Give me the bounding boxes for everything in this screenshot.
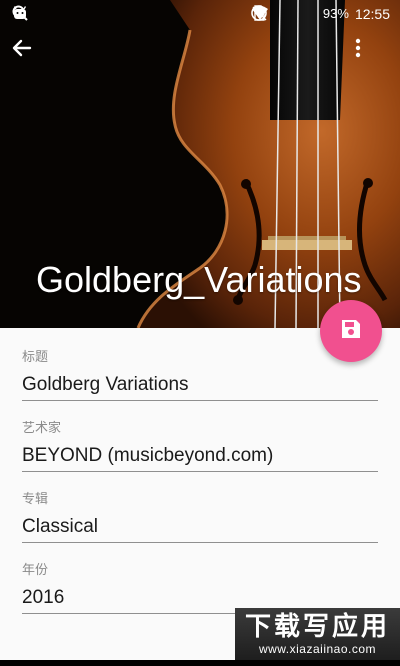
status-bar: 93% 12:55 [0, 0, 400, 28]
album-field: 专辑 [22, 482, 378, 553]
album-input[interactable] [22, 512, 378, 543]
tag-edit-form: 标题 艺术家 专辑 年份 [22, 340, 378, 624]
no-sim-icon [252, 5, 293, 23]
android-icon [13, 5, 60, 23]
title-input[interactable] [22, 370, 378, 401]
clock: 12:55 [354, 6, 390, 22]
artist-label: 艺术家 [22, 420, 62, 435]
artist-input[interactable] [22, 441, 378, 472]
more-options-button[interactable] [355, 38, 395, 78]
battery-saver-icon [251, 5, 317, 23]
title-label: 标题 [22, 349, 49, 364]
title-field: 标题 [22, 340, 378, 411]
artist-field: 艺术家 [22, 411, 378, 482]
header-image: 93% 12:55 Goldberg_Variations [0, 0, 400, 328]
album-label: 专辑 [22, 491, 49, 506]
back-button[interactable] [12, 38, 52, 78]
year-label: 年份 [22, 562, 49, 577]
battery-level: 93% [322, 6, 349, 21]
watermark-title: 下载写应用 [244, 611, 390, 641]
watermark-logo: 下载写应用 www.xiazaiinao.com [235, 608, 400, 660]
watermark-url: www.xiazaiinao.com [258, 642, 377, 656]
navigation-bar [0, 660, 400, 666]
track-title-header: Goldberg_Variations [36, 259, 362, 300]
